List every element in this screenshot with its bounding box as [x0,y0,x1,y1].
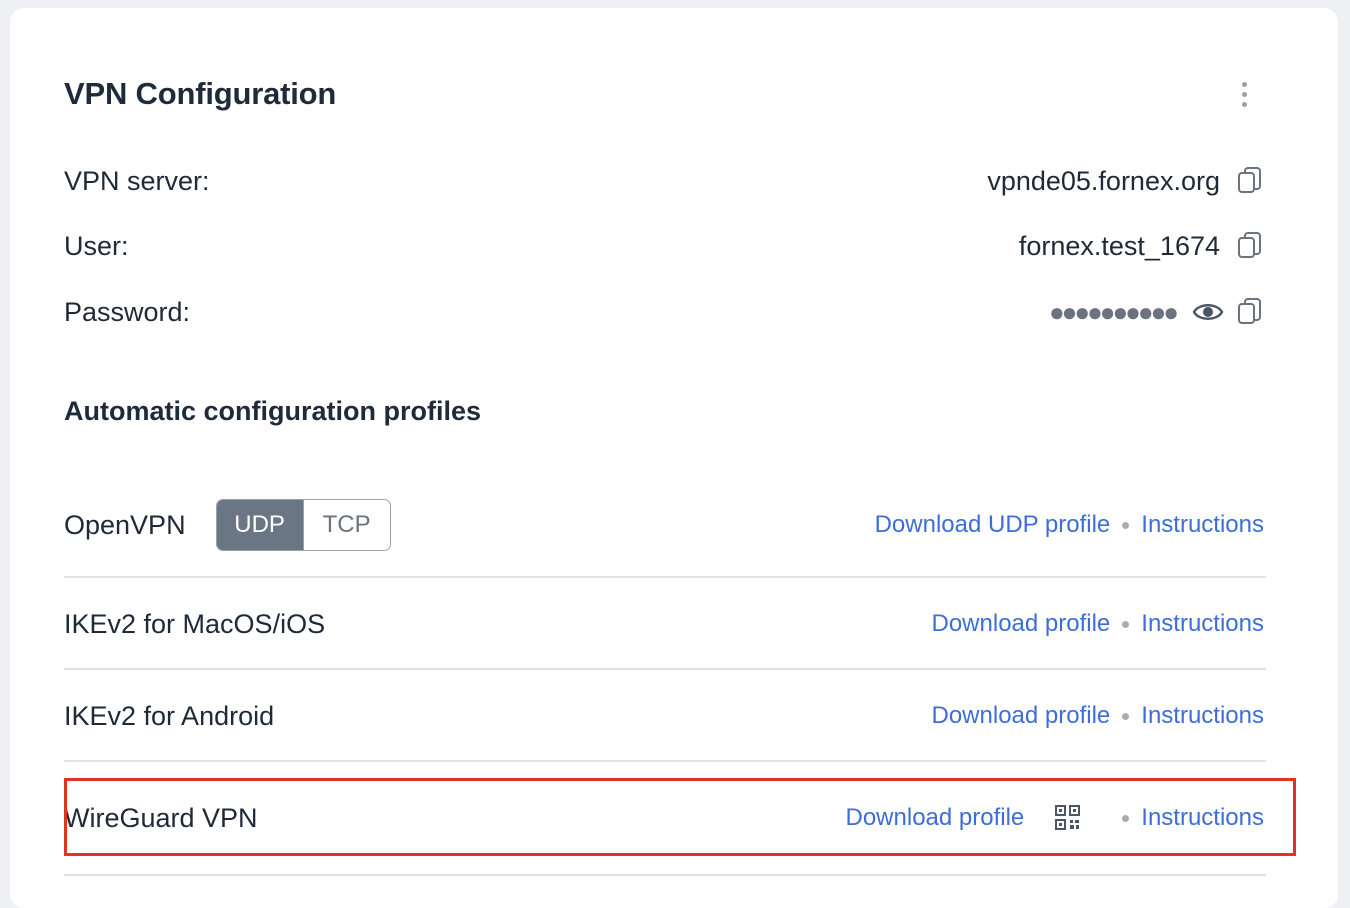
instructions-link[interactable]: Instructions [1141,702,1264,730]
menu-dot [1241,81,1247,87]
profile-name-ikev2-mac: IKEv2 for MacOS/iOS [64,608,326,639]
menu-dot [1241,101,1247,107]
page-title: VPN Configuration [64,76,337,111]
copy-icon[interactable] [1236,231,1264,261]
separator-dot [1122,620,1130,628]
divider [64,576,1266,578]
divider [64,760,1266,762]
toggle-udp[interactable]: UDP [216,500,303,550]
download-udp-profile-link[interactable]: Download UDP profile [875,511,1111,539]
instructions-link[interactable]: Instructions [1141,610,1264,638]
profile-links: Download profile Instructions [932,702,1265,730]
user-value: fornex.test_1674 [1018,230,1220,261]
profile-links: Download profile Instructions [932,610,1265,638]
profile-links: Download UDP profile Instructions [875,511,1264,539]
server-row: VPN server: vpnde05.fornex.org [64,161,1264,201]
divider [64,668,1266,670]
copy-icon-svg [1238,167,1261,193]
user-row: User: fornex.test_1674 [64,226,1264,266]
server-value-group: vpnde05.fornex.org [987,166,1264,197]
user-value-group: fornex.test_1674 [1019,231,1264,262]
profile-name-ikev2-android: IKEv2 for Android [64,700,275,731]
highlight-box [64,778,1296,856]
user-label: User: [64,230,129,261]
password-label: Password: [64,296,191,327]
divider [64,874,1266,876]
profile-name-openvpn: OpenVPN UDP TCP [64,499,391,551]
password-row: Password: ●●●●●●●●●● [64,292,1264,332]
toggle-tcp[interactable]: TCP [302,500,390,550]
profile-row-ikev2-mac: IKEv2 for MacOS/iOS Download profile Ins… [64,602,1264,646]
separator-dot [1122,521,1130,529]
profile-label: OpenVPN [64,509,186,540]
protocol-toggle: UDP TCP [215,499,391,551]
eye-icon-svg [1192,304,1224,320]
copy-icon[interactable] [1236,297,1264,327]
copy-icon-svg [1238,232,1261,258]
password-masked: ●●●●●●●●●● [1048,296,1179,327]
instructions-link[interactable]: Instructions [1141,511,1264,539]
menu-dot [1241,91,1247,97]
download-profile-link[interactable]: Download profile [932,610,1111,638]
profile-row-ikev2-android: IKEv2 for Android Download profile Instr… [64,694,1264,738]
profile-row-openvpn: OpenVPN UDP TCP Download UDP profile Ins… [64,498,1264,552]
copy-icon[interactable] [1236,166,1264,196]
eye-icon[interactable] [1192,297,1224,327]
section-title: Automatic configuration profiles [64,396,482,426]
download-profile-link[interactable]: Download profile [932,702,1111,730]
copy-icon-svg [1238,298,1261,324]
kebab-menu-icon[interactable] [1232,78,1256,110]
password-value-group: ●●●●●●●●●● [1049,297,1264,328]
separator-dot [1122,712,1130,720]
server-value: vpnde05.fornex.org [987,165,1220,196]
server-label: VPN server: [64,165,210,196]
vpn-config-card [10,8,1338,908]
